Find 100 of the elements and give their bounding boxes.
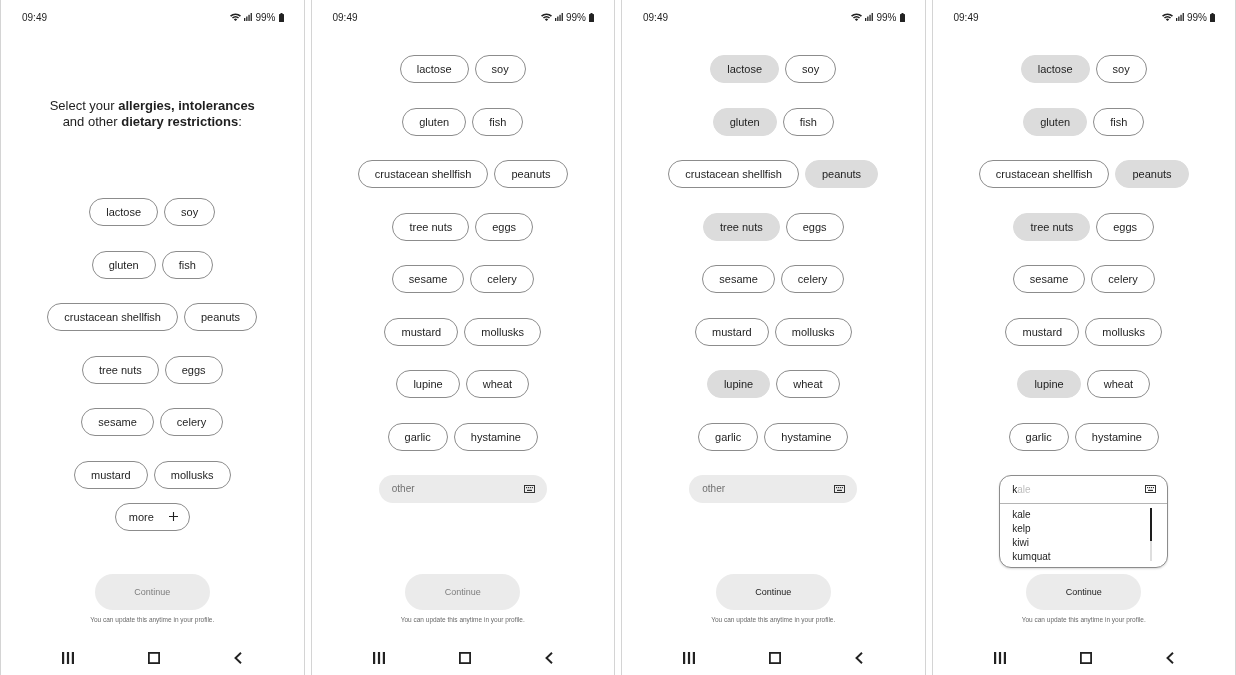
allergen-chip[interactable]: mollusks <box>153 460 231 489</box>
allergen-chip[interactable]: peanuts <box>804 160 879 188</box>
allergen-chip[interactable]: soy <box>474 55 526 83</box>
signal-icon <box>1176 13 1184 21</box>
allergen-chip[interactable]: gluten <box>1023 107 1088 136</box>
allergen-chip[interactable]: fish <box>161 250 213 279</box>
allergen-chip[interactable]: peanuts <box>1115 160 1189 188</box>
allergen-chip[interactable]: hystamine <box>764 422 849 451</box>
keyboard-icon <box>523 484 535 493</box>
allergen-chip[interactable]: mollusks <box>464 317 541 346</box>
allergen-chip[interactable]: tree nuts <box>1013 212 1091 241</box>
allergen-chip[interactable]: mollusks <box>774 317 852 346</box>
wifi-icon <box>541 13 552 21</box>
allergen-chip[interactable]: wheat <box>1086 370 1151 398</box>
suggestion-item[interactable]: kumquat <box>1012 549 1151 564</box>
square-icon[interactable] <box>769 652 782 664</box>
allergen-chip[interactable]: garlic <box>1008 422 1069 451</box>
battery-percentage: 99% <box>1187 11 1207 23</box>
other-field[interactable]: other <box>689 474 858 503</box>
allergen-chip[interactable]: hystamine <box>1074 422 1159 451</box>
allergen-chip[interactable]: mollusks <box>1085 317 1162 346</box>
continue-button[interactable]: Continue <box>715 574 831 610</box>
allergen-chip[interactable]: soy <box>1095 55 1147 83</box>
allergen-chip[interactable]: mustard <box>1005 317 1080 346</box>
allergen-chip[interactable]: peanuts <box>183 303 258 331</box>
allergen-chip[interactable]: fish <box>782 107 834 136</box>
suggestion-item[interactable]: kale <box>1012 507 1151 522</box>
allergen-chip[interactable]: gluten <box>91 250 156 279</box>
allergen-chip[interactable]: eggs <box>475 212 534 241</box>
square-icon[interactable] <box>1079 652 1092 664</box>
bars-icon[interactable] <box>62 652 75 664</box>
allergen-chip[interactable]: eggs <box>785 212 844 241</box>
allergen-chip[interactable]: celery <box>159 408 224 436</box>
wifi-icon <box>851 13 863 21</box>
allergen-chip[interactable]: fish <box>472 107 524 136</box>
allergen-chip[interactable]: lupine <box>706 370 771 398</box>
chevron-left-icon[interactable] <box>855 652 864 664</box>
allergen-chip[interactable]: tree nuts <box>392 212 470 241</box>
screen-heading: Select your allergies, intolerances and other dietary restrictions: <box>48 98 256 130</box>
allergen-chip[interactable]: fish <box>1093 107 1145 136</box>
allergen-chip[interactable]: celery <box>1091 265 1155 293</box>
allergen-chip[interactable]: gluten <box>402 107 467 136</box>
allergen-chip[interactable]: mustard <box>694 317 769 346</box>
allergen-chip[interactable]: crustacean shellfish <box>668 160 799 188</box>
allergen-chip[interactable]: gluten <box>712 107 777 136</box>
allergen-chip[interactable]: garlic <box>387 422 448 451</box>
allergen-chip[interactable]: wheat <box>465 370 530 398</box>
bars-icon[interactable] <box>683 652 696 664</box>
other-field[interactable]: kale <box>1000 475 1168 504</box>
allergen-chip[interactable]: eggs <box>164 355 223 384</box>
battery-icon <box>278 12 284 22</box>
allergen-chip[interactable]: lactose <box>399 55 469 83</box>
battery-icon <box>1210 12 1215 22</box>
allergen-chip[interactable]: lactose <box>89 198 159 226</box>
allergen-chip[interactable]: soy <box>164 198 216 226</box>
allergen-chip[interactable]: sesame <box>1012 265 1086 293</box>
wifi-icon <box>230 13 242 21</box>
allergen-chip[interactable]: eggs <box>1096 212 1155 241</box>
other-field[interactable]: other <box>378 474 547 503</box>
allergen-chip[interactable]: peanuts <box>494 160 568 188</box>
allergen-chip[interactable]: lactose <box>710 55 780 83</box>
allergen-chip[interactable]: crustacean shellfish <box>357 160 489 188</box>
suggestion-item[interactable]: kiwi <box>1012 535 1151 550</box>
bars-icon[interactable] <box>372 652 385 664</box>
scrollbar[interactable] <box>1150 507 1153 561</box>
more-button[interactable]: more <box>114 502 190 531</box>
suggestion-item[interactable]: kelp <box>1012 521 1151 536</box>
keyboard-icon <box>1145 485 1157 493</box>
allergen-chip[interactable]: celery <box>780 265 845 293</box>
allergen-chip[interactable]: crustacean shellfish <box>47 303 178 331</box>
square-icon[interactable] <box>148 652 161 664</box>
allergen-chip[interactable]: lupine <box>1017 370 1081 398</box>
continue-button[interactable]: Continue <box>1026 574 1142 610</box>
allergen-chip[interactable]: lupine <box>396 370 460 398</box>
signal-icon <box>244 13 253 21</box>
allergen-chip[interactable]: wheat <box>776 370 840 398</box>
battery-percentage: 99% <box>255 11 276 23</box>
allergen-chip[interactable]: lactose <box>1020 55 1090 83</box>
allergen-chip[interactable]: sesame <box>391 265 465 293</box>
signal-icon <box>555 13 563 21</box>
allergen-chip[interactable]: mustard <box>73 460 148 489</box>
allergen-chip[interactable]: crustacean shellfish <box>978 160 1110 188</box>
chevron-left-icon[interactable] <box>234 652 243 664</box>
allergen-chip[interactable]: garlic <box>698 422 759 451</box>
allergen-chip[interactable]: sesame <box>81 408 154 436</box>
battery-percentage: 99% <box>876 11 897 23</box>
battery-icon <box>899 12 905 22</box>
allergen-chip[interactable]: soy <box>785 55 837 83</box>
square-icon[interactable] <box>458 652 471 664</box>
allergen-chip[interactable]: hystamine <box>453 422 538 451</box>
allergen-chip[interactable]: sesame <box>702 265 775 293</box>
chevron-left-icon[interactable] <box>544 652 553 664</box>
allergen-chip[interactable]: mustard <box>384 317 459 346</box>
allergen-chip[interactable]: tree nuts <box>702 212 780 241</box>
status-time: 09:49 <box>643 11 669 23</box>
bars-icon[interactable] <box>993 652 1006 664</box>
plus-icon <box>168 512 178 521</box>
allergen-chip[interactable]: celery <box>470 265 534 293</box>
allergen-chip[interactable]: tree nuts <box>81 355 159 384</box>
chevron-left-icon[interactable] <box>1165 652 1174 664</box>
